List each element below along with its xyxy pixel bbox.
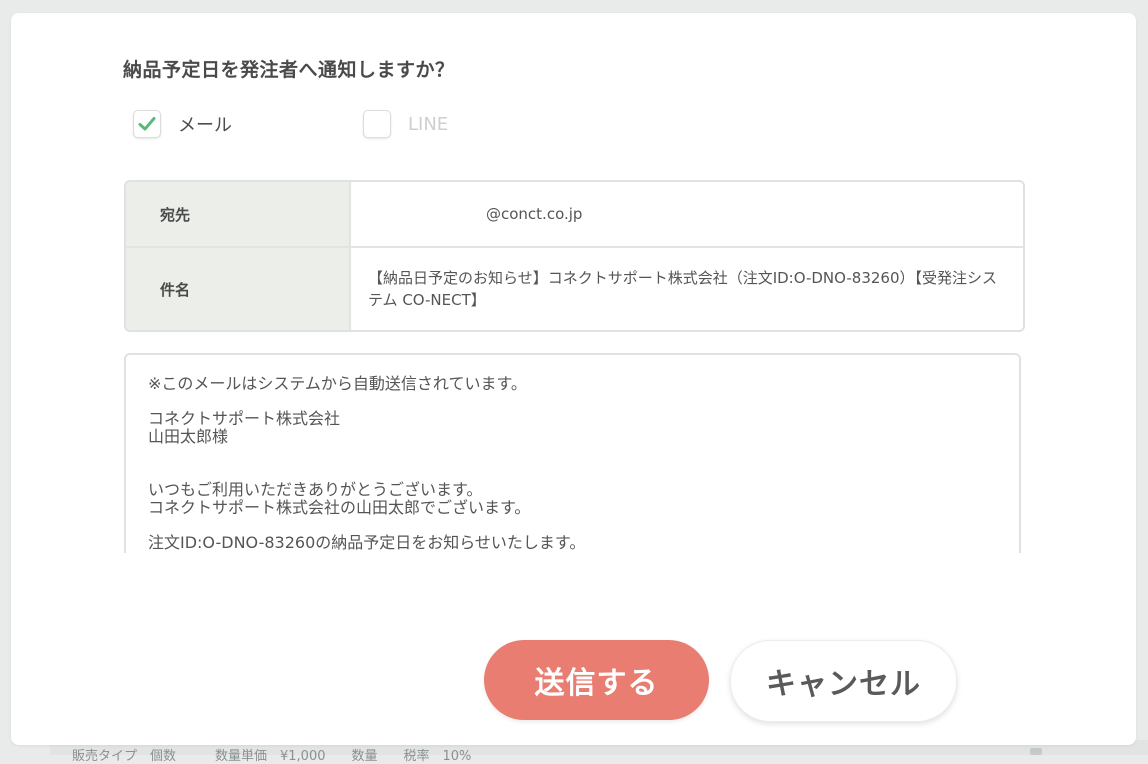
send-button[interactable]: 送信する [484, 640, 709, 720]
body-paragraph: ※このメールはシステムから自動送信されています。 [148, 374, 527, 393]
notify-dialog: 納品予定日を発注者へ通知しますか？ メール LINE 宛先 @conct.co.… [11, 13, 1136, 745]
to-row: 宛先 @conct.co.jp [126, 182, 1023, 248]
email-checkbox[interactable]: メール [133, 110, 232, 138]
mail-header-table: 宛先 @conct.co.jp 件名 【納品日予定のお知らせ】コネクトサポート株… [124, 180, 1025, 332]
email-checkbox-label: メール [178, 115, 232, 136]
mail-body-text: ※このメールはシステムから自動送信されています。 コネクトサポート株式会社 山田… [126, 355, 1019, 553]
dialog-title: 納品予定日を発注者へ通知しますか？ [123, 59, 455, 81]
scrollbar-handle[interactable] [1030, 748, 1042, 755]
subject-value: 【納品日予定のお知らせ】コネクトサポート株式会社（注文ID:O-DNO-8326… [368, 269, 997, 309]
body-paragraph: 注文ID:O-DNO-83260の納品予定日をお知らせいたします。 [148, 533, 586, 552]
line-checkbox-label: LINE [408, 113, 449, 135]
body-paragraph: コネクトサポート株式会社 山田太郎様 [148, 409, 341, 446]
to-value: @conct.co.jp [486, 205, 583, 223]
mail-body[interactable]: ※このメールはシステムから自動送信されています。 コネクトサポート株式会社 山田… [124, 353, 1021, 553]
checkbox-box[interactable] [363, 110, 391, 138]
line-checkbox[interactable]: LINE [363, 110, 448, 138]
cancel-button[interactable]: キャンセル [730, 640, 957, 722]
subject-row: 件名 【納品日予定のお知らせ】コネクトサポート株式会社（注文ID:O-DNO-8… [126, 248, 1023, 330]
subject-label: 件名 [126, 248, 351, 330]
body-paragraph: いつもご利用いただきありがとうございます。 コネクトサポート株式会社の山田太郎で… [148, 480, 531, 517]
to-label: 宛先 [126, 182, 351, 246]
checkbox-box[interactable] [133, 110, 161, 138]
check-icon [138, 117, 156, 131]
